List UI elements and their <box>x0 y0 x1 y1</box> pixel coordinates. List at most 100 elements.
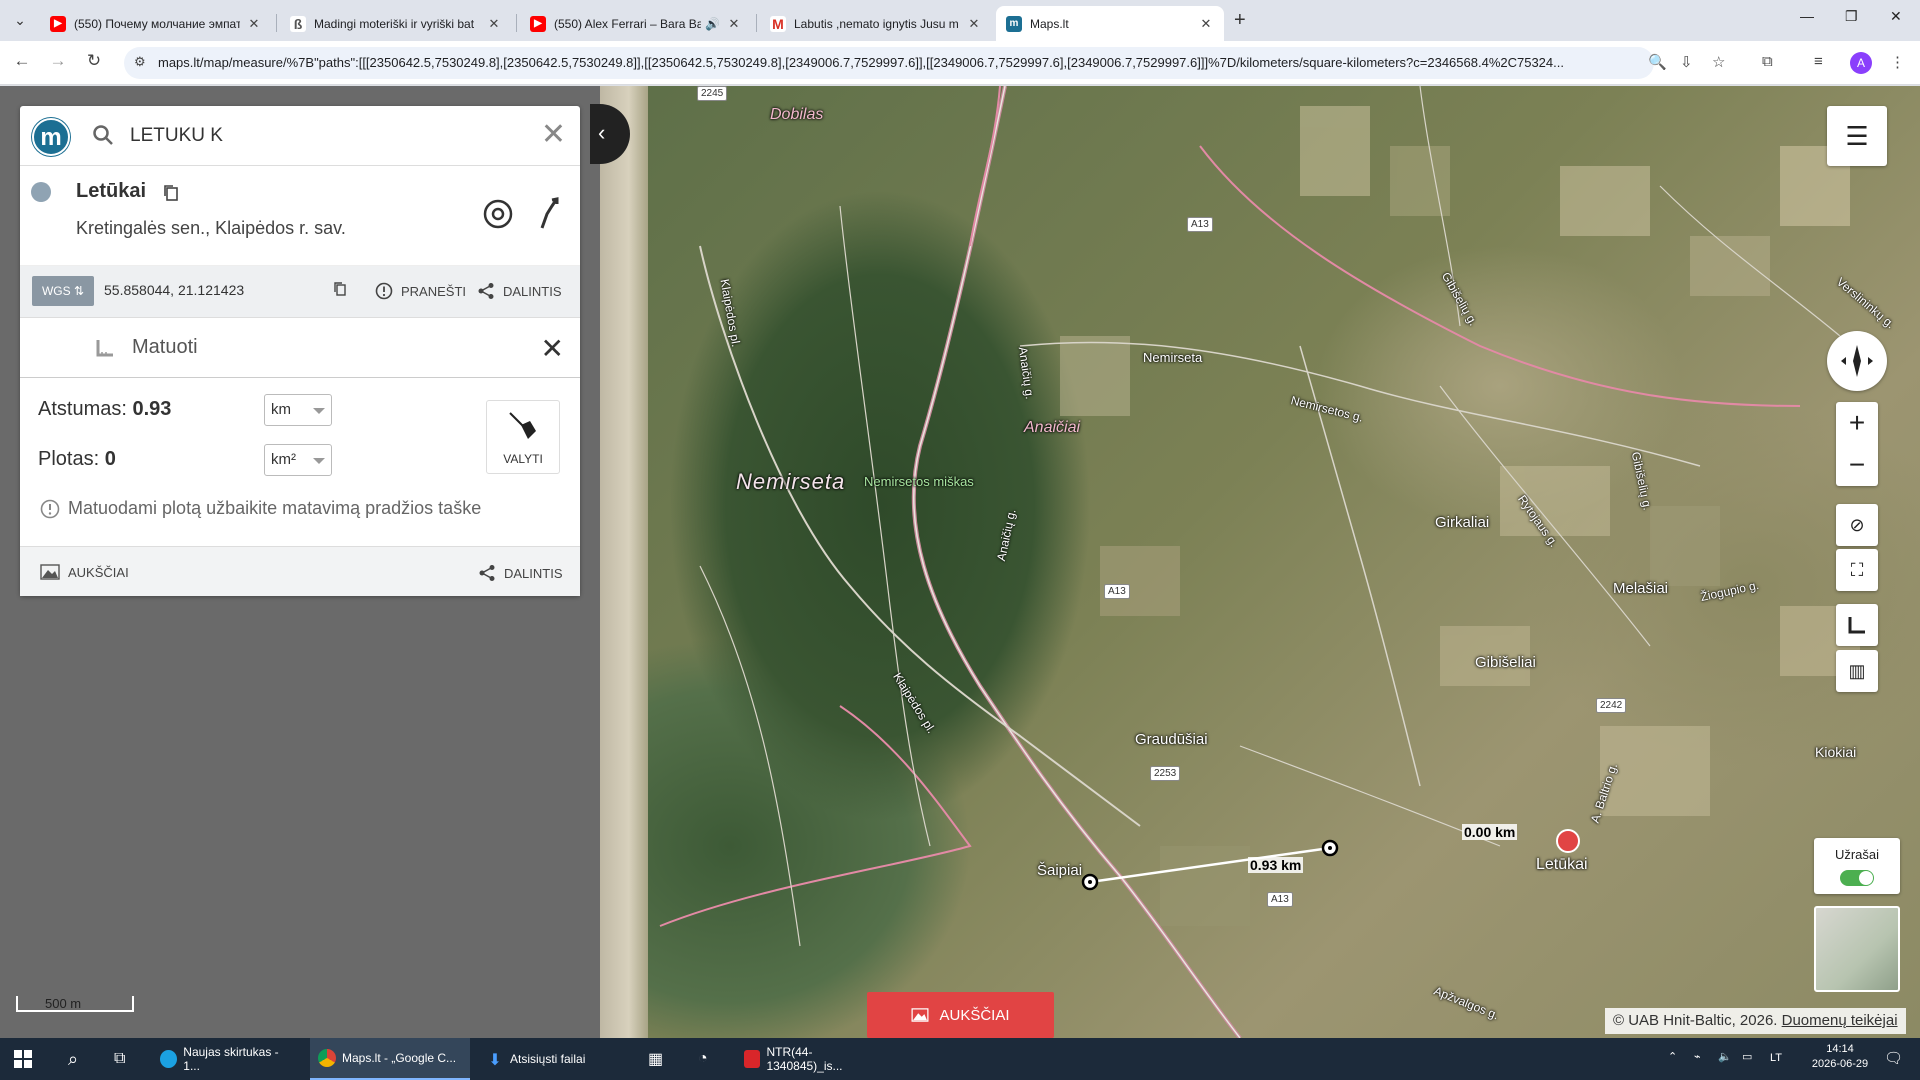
audio-icon[interactable]: 🔊 <box>705 17 720 31</box>
more-menu-icon[interactable]: ⋮ <box>1890 53 1905 71</box>
elevations-button-label: AUKŠČIAI <box>939 1006 1010 1024</box>
share-label: DALINTIS <box>504 565 563 581</box>
site-info-icon[interactable]: ⚙ <box>134 54 146 70</box>
road-badge: A13 <box>1187 217 1213 232</box>
media-control-icon[interactable]: ≡ <box>1814 53 1823 70</box>
location-pin-icon <box>1556 829 1580 853</box>
basemap-switcher[interactable] <box>1814 906 1900 992</box>
close-tab-icon[interactable]: ✕ <box>486 16 502 32</box>
back-icon[interactable]: ← <box>10 51 34 71</box>
share-button[interactable]: DALINTIS <box>477 282 562 300</box>
close-tab-icon[interactable]: ✕ <box>246 16 262 32</box>
chevron-down-icon <box>313 458 325 464</box>
install-app-icon[interactable]: ⇩ <box>1680 53 1693 71</box>
locate-on-map-icon[interactable] <box>482 198 514 230</box>
profile-avatar[interactable]: A <box>1850 52 1872 74</box>
mapslt-icon: m <box>1006 15 1022 32</box>
volume-icon[interactable]: 🔈 <box>1718 1050 1732 1063</box>
windows-start-icon[interactable] <box>14 1050 32 1068</box>
map-label: Anaičiai <box>1024 419 1081 436</box>
report-button[interactable]: PRANEŠTI <box>375 282 466 300</box>
elevations-link[interactable]: AUKŠČIAI <box>40 564 129 580</box>
distance-label: Atstumas: <box>38 398 127 420</box>
youtube-icon: ▶ <box>50 15 66 32</box>
close-tab-icon[interactable]: ✕ <box>1198 16 1214 32</box>
coord-system-label: WGS <box>41 284 71 298</box>
place-card: Letūkai Kretingalės sen., Klaipėdos r. s… <box>20 166 580 266</box>
tab-title: Madingi moteriški ir vyriški bat <box>314 16 475 31</box>
tab-youtube-2[interactable]: ▶ (550) Alex Ferrari – Bara Ba 🔊 ✕ <box>520 6 752 41</box>
extensions-icon[interactable]: ⧉ <box>1762 53 1773 70</box>
task-view-icon[interactable]: ⧉ <box>106 1038 133 1080</box>
notes-switch[interactable] <box>1840 869 1874 886</box>
measure-hint: Matuodami plotą užbaikite matavimą pradž… <box>40 498 481 519</box>
map-menu-button[interactable]: ☰ <box>1827 106 1887 166</box>
measure-tool-button[interactable] <box>1836 604 1878 646</box>
new-tab-icon[interactable]: + <box>1234 9 1246 32</box>
copy-coordinates-icon[interactable] <box>333 281 347 297</box>
distance-value: 0.93 <box>132 398 172 420</box>
clock[interactable]: 14:14 2026-06-29 <box>1804 1043 1876 1070</box>
mapslt-logo[interactable]: m <box>32 118 70 156</box>
address-bar[interactable]: ⚙ maps.lt/map/measure/%7B"paths":[[[2350… <box>124 47 1654 79</box>
restore-icon[interactable]: ❐ <box>1845 8 1858 25</box>
reload-icon[interactable]: ↻ <box>82 51 106 71</box>
map-label: Nemirsetos miškas <box>864 474 974 489</box>
road-badge: A13 <box>1267 892 1293 907</box>
reset-rotation-button[interactable]: ⊘ <box>1836 504 1878 546</box>
coord-system-toggle[interactable]: WGS ⇅ <box>32 276 94 306</box>
taskbar-item-label: Naujas skirtukas - 1... <box>183 1045 279 1073</box>
minimize-icon[interactable]: — <box>1800 8 1814 24</box>
zoom-out-icon[interactable]: − <box>1849 444 1865 486</box>
notifications-icon[interactable]: 🗨 <box>1884 1049 1903 1067</box>
tray-chevron-icon[interactable]: ⌃ <box>1668 1050 1677 1063</box>
close-tab-icon[interactable]: ✕ <box>726 16 742 32</box>
close-measure-icon[interactable]: ✕ <box>541 332 564 365</box>
taskbar-item-pdf[interactable]: NTR(44-1340845)_is... <box>736 1038 886 1080</box>
taskbar-item-downloads[interactable]: ⬇ Atsisiųsti failai <box>478 1038 628 1080</box>
taskbar-item-label: Maps.lt - „Google C... <box>342 1051 457 1065</box>
area-unit-select[interactable]: km² <box>264 444 332 476</box>
mountain-icon <box>911 1008 929 1022</box>
youtube-icon: ▶ <box>530 15 546 32</box>
clear-measure-button[interactable]: VALYTI <box>486 400 560 474</box>
search-row: m ✕ <box>20 106 580 166</box>
copy-icon[interactable] <box>163 184 179 202</box>
network-icon[interactable]: ⌁ <box>1694 1050 1701 1063</box>
map-layers-button[interactable]: ▥ <box>1836 650 1878 692</box>
data-providers-link[interactable]: Duomenų teikėjai <box>1782 1012 1898 1029</box>
place-name: Letūkai <box>76 180 147 202</box>
notes-toggle[interactable]: Užrašai <box>1814 838 1900 894</box>
tab-shoes[interactable]: ß Madingi moteriški ir vyriški bat ✕ <box>280 6 512 41</box>
route-walk-icon[interactable] <box>534 196 560 230</box>
tab-gmail[interactable]: M Labutis ,nemato ignytis Jusu m ✕ <box>760 6 992 41</box>
elevations-button[interactable]: AUKŠČIAI <box>867 992 1054 1038</box>
battery-icon[interactable]: ▭ <box>1742 1050 1752 1063</box>
bookmark-star-icon[interactable]: ☆ <box>1712 53 1725 71</box>
tab-youtube-1[interactable]: ▶ (550) Почему молчание эмпат ✕ <box>40 6 272 41</box>
fullscreen-button[interactable]: ⛶ <box>1836 549 1878 591</box>
share-measure-button[interactable]: DALINTIS <box>478 564 563 582</box>
search-icon[interactable]: ⌕ <box>60 1038 86 1080</box>
compass-button[interactable] <box>1827 331 1887 391</box>
broom-icon <box>509 412 536 439</box>
zoom-in-icon[interactable]: + <box>1849 402 1865 444</box>
clear-search-icon[interactable]: ✕ <box>541 120 566 150</box>
url-text[interactable]: maps.lt/map/measure/%7B"paths":[[[235064… <box>158 55 1618 70</box>
search-input[interactable] <box>130 120 530 152</box>
tab-search-icon[interactable]: ⌄ <box>8 8 32 32</box>
speedometer-icon[interactable]: ◔ <box>690 1038 716 1080</box>
distance-unit-select[interactable]: km <box>264 394 332 426</box>
taskbar-item-chrome[interactable]: Maps.lt - „Google C... <box>310 1038 470 1080</box>
map-label: Letūkai <box>1536 856 1588 873</box>
close-tab-icon[interactable]: ✕ <box>966 16 982 32</box>
taskbar-item-edge[interactable]: Naujas skirtukas - 1... <box>152 1038 302 1080</box>
forward-icon[interactable]: → <box>46 51 70 71</box>
zoom-icon[interactable]: 🔍 <box>1648 53 1667 71</box>
tab-mapslt[interactable]: m Maps.lt ✕ <box>996 6 1224 41</box>
language-indicator[interactable]: LT <box>1770 1052 1782 1064</box>
browser-toolbar: ← → ↻ ⚙ maps.lt/map/measure/%7B"paths":[… <box>0 41 1920 85</box>
measure-end-label: 0.93 km <box>1248 857 1304 873</box>
close-window-icon[interactable]: ✕ <box>1890 8 1902 25</box>
store-icon[interactable]: ▦ <box>640 1038 671 1080</box>
